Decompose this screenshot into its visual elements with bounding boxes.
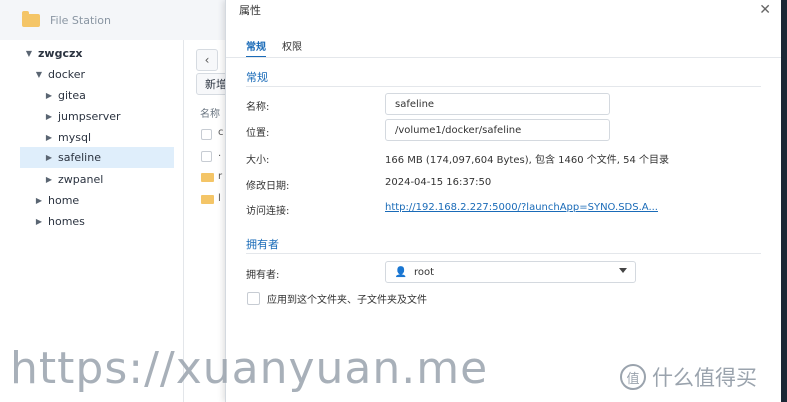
file-station-window: File Station ▼ zwgczx ▼ docker ▶ gitea ▶… bbox=[0, 0, 234, 402]
chevron-right-icon: ▶ bbox=[45, 153, 53, 162]
chevron-down-icon: ▼ bbox=[35, 70, 43, 79]
back-icon: ‹ bbox=[204, 53, 210, 67]
folder-icon bbox=[201, 173, 214, 182]
chevron-right-icon: ▶ bbox=[45, 175, 53, 184]
window-title: File Station bbox=[50, 13, 112, 27]
owner-value: root bbox=[414, 266, 435, 278]
chevron-right-icon: ▶ bbox=[45, 133, 53, 142]
chevron-right-icon: ▶ bbox=[45, 91, 53, 100]
size-value: 166 MB (174,097,604 Bytes), 包含 1460 个文件,… bbox=[385, 155, 670, 166]
column-header-name[interactable]: 名称 bbox=[200, 105, 220, 120]
owner-select[interactable]: 👤 root bbox=[385, 261, 636, 283]
dialog-tabs: 常规 权限 bbox=[246, 38, 318, 58]
row-checkbox[interactable] bbox=[201, 151, 212, 162]
name-field[interactable]: safeline bbox=[385, 93, 610, 115]
name-label: 名称: bbox=[246, 102, 270, 113]
tree-item-home[interactable]: ▶ home bbox=[34, 190, 79, 211]
size-label: 大小: bbox=[246, 155, 270, 166]
tab-divider bbox=[226, 57, 781, 58]
chevron-right-icon: ▶ bbox=[45, 112, 53, 121]
section-divider bbox=[246, 253, 761, 254]
location-label: 位置: bbox=[246, 128, 270, 139]
dialog-title: 属性 bbox=[239, 4, 261, 17]
modified-label: 修改日期: bbox=[246, 181, 290, 192]
section-title-owner: 拥有者 bbox=[246, 238, 279, 251]
section-divider bbox=[246, 86, 761, 87]
watermark-url: https://xuanyuan.me bbox=[10, 343, 489, 394]
access-link[interactable]: http://192.168.2.227:5000/?launchApp=SYN… bbox=[385, 202, 658, 213]
dialog-titlebar: 属性 ✕ bbox=[226, 0, 781, 20]
chevron-down-icon: ▼ bbox=[25, 49, 33, 58]
user-icon: 👤 bbox=[394, 266, 408, 278]
owner-label: 拥有者: bbox=[246, 270, 280, 281]
section-title-general: 常规 bbox=[246, 71, 268, 84]
row-checkbox[interactable] bbox=[201, 129, 212, 140]
properties-dialog: 属性 ✕ 常规 权限 常规 名称: safeline 位置: /volume1/… bbox=[225, 0, 781, 402]
chevron-right-icon: ▶ bbox=[35, 196, 43, 205]
tree-item-zwgczx[interactable]: ▼ zwgczx bbox=[24, 43, 83, 64]
modified-value: 2024-04-15 16:37:50 bbox=[385, 177, 492, 188]
folder-icon bbox=[201, 195, 214, 204]
desktop-background bbox=[780, 0, 787, 402]
file-row-name[interactable]: c bbox=[218, 127, 224, 138]
brand-name: 什么值得买 bbox=[652, 366, 757, 390]
brand-logo-icon: 值 bbox=[620, 364, 646, 390]
file-row-name[interactable]: r bbox=[218, 171, 222, 182]
file-station-titlebar: File Station bbox=[0, 0, 232, 41]
folder-icon bbox=[22, 10, 40, 27]
file-row-name[interactable]: l bbox=[218, 193, 221, 204]
tree-item-mysql[interactable]: ▶ mysql bbox=[44, 127, 91, 148]
tree-item-docker[interactable]: ▼ docker bbox=[34, 64, 85, 85]
chevron-right-icon: ▶ bbox=[35, 217, 43, 226]
watermark-brand: 值 什么值得买 bbox=[620, 362, 757, 392]
tree-item-gitea[interactable]: ▶ gitea bbox=[44, 85, 86, 106]
location-field[interactable]: /volume1/docker/safeline bbox=[385, 119, 610, 141]
tree-item-safeline[interactable]: ▶ safeline bbox=[20, 147, 174, 168]
tree-item-homes[interactable]: ▶ homes bbox=[34, 211, 85, 232]
apply-to-subfolders-checkbox[interactable] bbox=[247, 292, 260, 305]
tree-item-zwpanel[interactable]: ▶ zwpanel bbox=[44, 169, 103, 190]
tree-item-jumpserver[interactable]: ▶ jumpserver bbox=[44, 106, 121, 127]
file-row-name[interactable]: . bbox=[218, 148, 221, 159]
tab-permission[interactable]: 权限 bbox=[282, 38, 302, 58]
back-button[interactable]: ‹ bbox=[196, 49, 218, 71]
close-icon[interactable]: ✕ bbox=[759, 2, 771, 18]
link-label: 访问连接: bbox=[246, 206, 290, 217]
apply-to-subfolders-label[interactable]: 应用到这个文件夹、子文件夹及文件 bbox=[267, 291, 427, 306]
tab-general[interactable]: 常规 bbox=[246, 38, 266, 58]
chevron-down-icon bbox=[619, 268, 627, 273]
